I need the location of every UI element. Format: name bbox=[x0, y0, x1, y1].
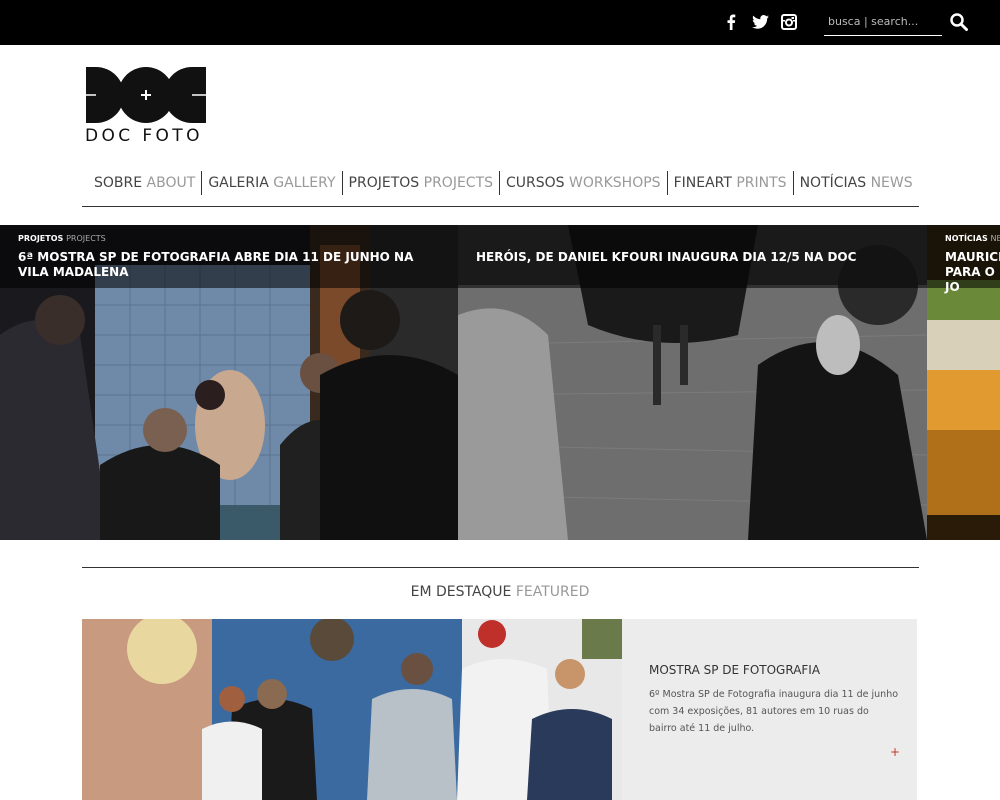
logo-text: DOC FOTO bbox=[85, 126, 203, 146]
nav-item-projects[interactable]: PROJETOS PROJECTS bbox=[341, 171, 499, 195]
section-divider bbox=[82, 567, 919, 568]
nav-label-pt: GALERIA bbox=[208, 175, 269, 191]
slide-3-caption: NOTÍCIAS NEWS MAURICIO PARA O JO bbox=[927, 225, 1000, 294]
nav-label-en: WORKSHOPS bbox=[569, 175, 661, 191]
nav-label-pt: CURSOS bbox=[506, 175, 565, 191]
nav-label-en: PROJECTS bbox=[423, 175, 494, 191]
featured-description: 6º Mostra SP de Fotografia inaugura dia … bbox=[649, 689, 899, 734]
nav-label-pt: SOBRE bbox=[94, 175, 143, 191]
nav-item-workshops[interactable]: CURSOS WORKSHOPS bbox=[499, 171, 667, 195]
top-bar bbox=[0, 0, 1000, 45]
nav-label-pt: FINEART bbox=[673, 175, 732, 191]
category-en: PROJECTS bbox=[66, 234, 106, 243]
nav-label-pt: NOTÍCIAS bbox=[799, 175, 867, 191]
nav-item-about[interactable]: SOBRE ABOUT bbox=[82, 171, 201, 195]
slide-3[interactable]: NOTÍCIAS NEWS MAURICIO PARA O JO bbox=[927, 225, 1000, 540]
featured-heading: EM DESTAQUE FEATURED bbox=[0, 584, 1000, 600]
main-nav: SOBRE ABOUT GALERIA GALLERY PROJETOS PRO… bbox=[82, 171, 919, 207]
slide-1-caption: PROJETOS PROJECTS 6ª MOSTRA SP DE FOTOGR… bbox=[0, 225, 458, 288]
search-icon[interactable] bbox=[949, 12, 969, 32]
instagram-icon[interactable] bbox=[780, 13, 798, 31]
featured-photo bbox=[82, 619, 622, 800]
slide-2-title[interactable]: HERÓIS, DE DANIEL KFOURI INAUGURA DIA 12… bbox=[476, 250, 876, 265]
featured-more-button[interactable]: + bbox=[890, 745, 900, 759]
slide-3-title[interactable]: MAURICIO PARA O JO bbox=[945, 250, 1000, 295]
featured-title[interactable]: MOSTRA SP DE FOTOGRAFIA bbox=[649, 663, 820, 677]
slide-1-category: PROJETOS PROJECTS bbox=[18, 234, 106, 243]
nav-item-gallery[interactable]: GALERIA GALLERY bbox=[201, 171, 341, 195]
featured-card: MOSTRA SP DE FOTOGRAFIA 6º Mostra SP de … bbox=[622, 619, 917, 800]
nav-item-prints[interactable]: FINEART PRINTS bbox=[666, 171, 793, 195]
twitter-icon[interactable] bbox=[751, 13, 769, 31]
nav-label-en: ABOUT bbox=[146, 175, 196, 191]
facebook-icon[interactable] bbox=[722, 13, 740, 31]
nav-label-en: GALLERY bbox=[273, 175, 336, 191]
category-pt: NOTÍCIAS bbox=[945, 234, 988, 243]
search-field-wrap bbox=[824, 10, 944, 36]
nav-item-news[interactable]: NOTÍCIAS NEWS bbox=[792, 171, 919, 195]
nav-label-en: NEWS bbox=[870, 175, 913, 191]
slide-2[interactable]: HERÓIS, DE DANIEL KFOURI INAUGURA DIA 12… bbox=[458, 225, 927, 540]
featured-heading-pt: EM DESTAQUE bbox=[410, 584, 512, 600]
nav-label-en: PRINTS bbox=[736, 175, 787, 191]
news-slider: PROJETOS PROJECTS 6ª MOSTRA SP DE FOTOGR… bbox=[0, 225, 1000, 540]
slide-1-title[interactable]: 6ª MOSTRA SP DE FOTOGRAFIA ABRE DIA 11 D… bbox=[18, 250, 418, 280]
featured-image[interactable] bbox=[82, 619, 622, 800]
slide-3-category: NOTÍCIAS NEWS bbox=[945, 234, 1000, 243]
search-input[interactable] bbox=[824, 10, 944, 33]
slide-2-caption: HERÓIS, DE DANIEL KFOURI INAUGURA DIA 12… bbox=[458, 225, 927, 288]
category-en: NEWS bbox=[990, 234, 1000, 243]
nav-label-pt: PROJETOS bbox=[348, 175, 420, 191]
featured-heading-en: FEATURED bbox=[515, 584, 590, 600]
slide-1[interactable]: PROJETOS PROJECTS 6ª MOSTRA SP DE FOTOGR… bbox=[0, 225, 458, 540]
category-pt: PROJETOS bbox=[18, 234, 64, 243]
